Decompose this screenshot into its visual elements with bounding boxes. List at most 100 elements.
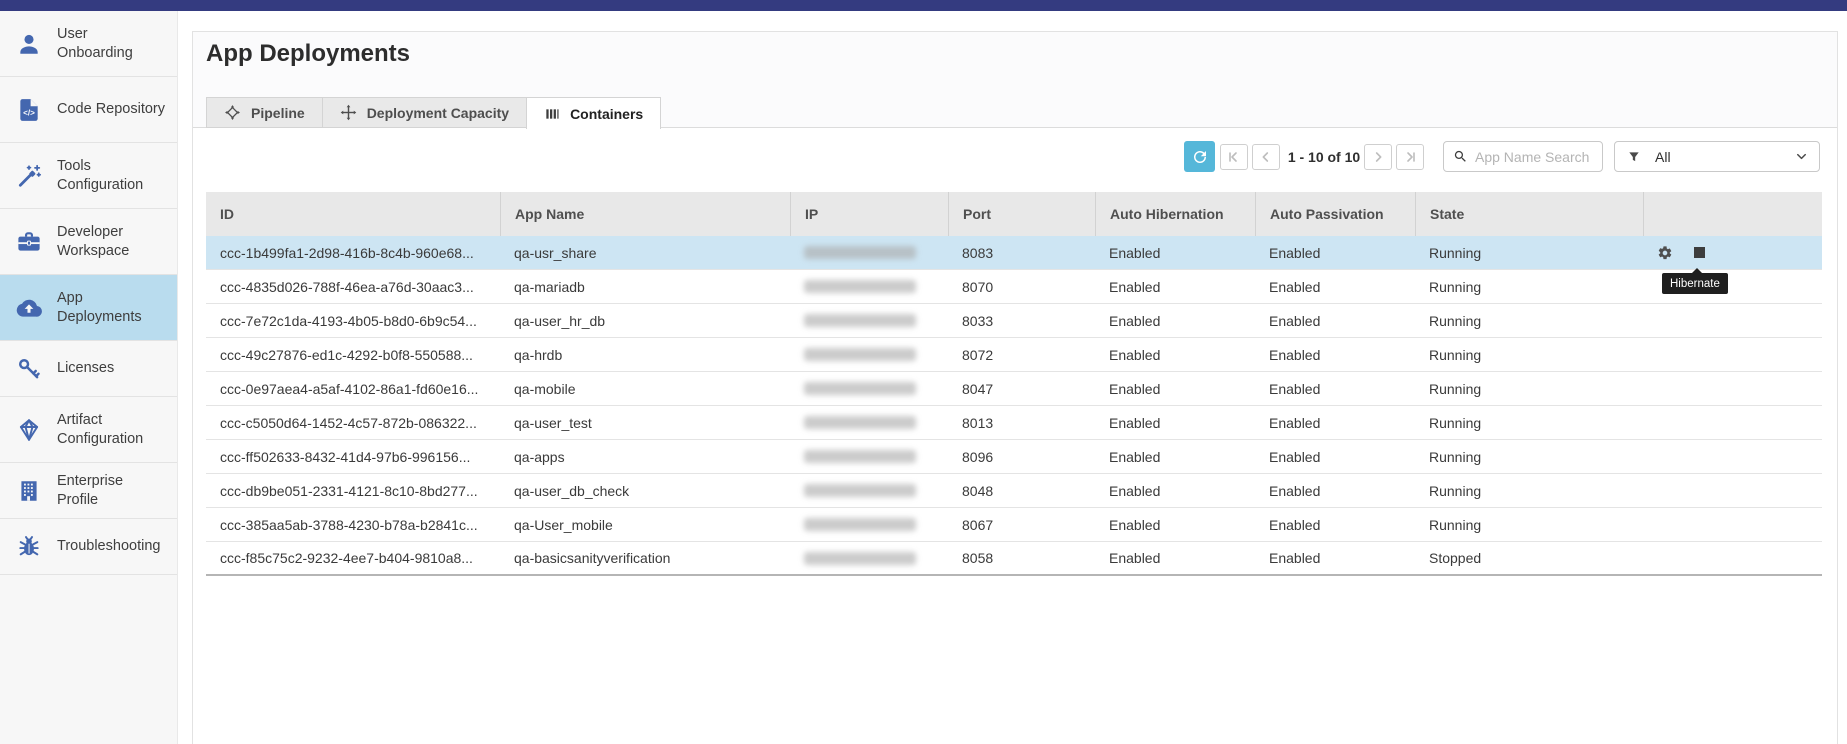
table-row[interactable]: ccc-385aa5ab-3788-4230-b78a-b2841c... qa… xyxy=(206,508,1822,542)
table-row[interactable]: ccc-ff502633-8432-41d4-97b6-996156... qa… xyxy=(206,440,1822,474)
cell-ip xyxy=(790,542,948,574)
column-header xyxy=(1643,192,1822,236)
cell-port: 8070 xyxy=(948,270,1095,303)
sidebar-item-code-repository[interactable]: </> Code Repository xyxy=(0,77,177,143)
cell-app-name: qa-usr_share xyxy=(500,236,790,269)
first-page-button[interactable] xyxy=(1220,144,1248,170)
chevron-right-icon xyxy=(1370,149,1386,165)
cell-id: ccc-db9be051-2331-4121-8c10-8bd277... xyxy=(206,474,500,507)
cell-app-name: qa-apps xyxy=(500,440,790,473)
tab-pipeline[interactable]: Pipeline xyxy=(206,97,323,128)
sidebar-item-app-deployments[interactable]: App Deployments xyxy=(0,275,177,341)
cell-auto-passivation: Enabled xyxy=(1255,474,1415,507)
sidebar: User Onboarding </> Code Repository Tool… xyxy=(0,11,178,744)
cell-app-name: qa-user_hr_db xyxy=(500,304,790,337)
magic-wand-icon xyxy=(16,163,42,189)
cell-auto-passivation: Enabled xyxy=(1255,236,1415,269)
cell-state: Running xyxy=(1415,508,1643,541)
sidebar-item-enterprise-profile[interactable]: Enterprise Profile xyxy=(0,463,177,519)
cell-state: Running xyxy=(1415,304,1643,337)
cell-port: 8096 xyxy=(948,440,1095,473)
cell-actions xyxy=(1643,474,1822,507)
svg-text:</>: </> xyxy=(23,108,35,117)
cell-actions xyxy=(1643,508,1822,541)
sidebar-item-tools-configuration[interactable]: Tools Configuration xyxy=(0,143,177,209)
sidebar-item-label: User Onboarding xyxy=(57,25,165,63)
cell-auto-hibernation: Enabled xyxy=(1095,270,1255,303)
cell-port: 8033 xyxy=(948,304,1095,337)
table-row[interactable]: ccc-7e72c1da-4193-4b05-b8d0-6b9c54... qa… xyxy=(206,304,1822,338)
pagination-count: 1 - 10 of 10 xyxy=(1283,149,1365,165)
search-icon xyxy=(1453,149,1468,164)
redacted-ip-value xyxy=(804,416,916,429)
last-page-button[interactable] xyxy=(1396,144,1424,170)
table-row[interactable]: ccc-0e97aea4-a5af-4102-86a1-fd60e16... q… xyxy=(206,372,1822,406)
redacted-ip-value xyxy=(804,382,916,395)
cell-ip xyxy=(790,270,948,303)
code-file-icon: </> xyxy=(16,97,42,123)
cell-state: Running xyxy=(1415,474,1643,507)
cell-actions xyxy=(1643,372,1822,405)
redacted-ip-value xyxy=(804,246,916,259)
cell-app-name: qa-User_mobile xyxy=(500,508,790,541)
sidebar-item-label: Artifact Configuration xyxy=(57,411,165,449)
cell-app-name: qa-mobile xyxy=(500,372,790,405)
redacted-ip-value xyxy=(804,348,916,361)
sidebar-item-user-onboarding[interactable]: User Onboarding xyxy=(0,11,177,77)
cell-auto-passivation: Enabled xyxy=(1255,508,1415,541)
cell-port: 8067 xyxy=(948,508,1095,541)
table-row[interactable]: ccc-1b499fa1-2d98-416b-8c4b-960e68... qa… xyxy=(206,236,1822,270)
cell-auto-hibernation: Enabled xyxy=(1095,372,1255,405)
hibernate-stop-icon[interactable] xyxy=(1694,247,1705,258)
sidebar-item-label: Code Repository xyxy=(57,100,165,119)
cell-ip xyxy=(790,474,948,507)
cell-ip xyxy=(790,406,948,439)
move-arrows-icon xyxy=(340,104,357,121)
sidebar-item-label: Troubleshooting xyxy=(57,537,165,556)
cell-auto-passivation: Enabled xyxy=(1255,542,1415,574)
table-row[interactable]: ccc-db9be051-2331-4121-8c10-8bd277... qa… xyxy=(206,474,1822,508)
last-page-icon xyxy=(1402,149,1418,165)
table-row[interactable]: ccc-49c27876-ed1c-4292-b0f8-550588... qa… xyxy=(206,338,1822,372)
cell-actions xyxy=(1643,338,1822,371)
table-row[interactable]: ccc-4835d026-788f-46ea-a76d-30aac3... qa… xyxy=(206,270,1822,304)
tab-deployment-capacity[interactable]: Deployment Capacity xyxy=(322,97,527,128)
cell-auto-passivation: Enabled xyxy=(1255,338,1415,371)
table-row[interactable]: ccc-f85c75c2-9232-4ee7-b404-9810a8... qa… xyxy=(206,542,1822,576)
cell-port: 8047 xyxy=(948,372,1095,405)
sidebar-item-label: Developer Workspace xyxy=(57,223,165,261)
cell-ip xyxy=(790,236,948,269)
refresh-icon xyxy=(1191,148,1209,166)
sidebar-item-label: App Deployments xyxy=(57,289,165,327)
filter-select[interactable]: All xyxy=(1614,141,1820,172)
sidebar-item-troubleshooting[interactable]: Troubleshooting xyxy=(0,519,177,575)
previous-page-button[interactable] xyxy=(1252,144,1280,170)
diamond-icon xyxy=(16,417,42,443)
redacted-ip-value xyxy=(804,314,916,327)
column-header: ID xyxy=(206,192,500,236)
cell-state: Running xyxy=(1415,270,1643,303)
cell-state: Stopped xyxy=(1415,542,1643,574)
settings-gear-icon[interactable] xyxy=(1657,245,1673,261)
cell-actions xyxy=(1643,542,1822,574)
search-input[interactable] xyxy=(1475,149,1590,165)
cloud-upload-icon xyxy=(16,295,42,321)
tab-containers[interactable]: Containers xyxy=(526,97,661,129)
first-page-icon xyxy=(1226,149,1242,165)
column-header: Port xyxy=(948,192,1095,236)
refresh-button[interactable] xyxy=(1184,141,1215,172)
sidebar-item-artifact-configuration[interactable]: Artifact Configuration xyxy=(0,397,177,463)
cell-id: ccc-c5050d64-1452-4c57-872b-086322... xyxy=(206,406,500,439)
sidebar-item-licenses[interactable]: Licenses xyxy=(0,341,177,397)
page-title: App Deployments xyxy=(206,40,410,68)
sidebar-item-developer-workspace[interactable]: Developer Workspace xyxy=(0,209,177,275)
column-header: State xyxy=(1415,192,1643,236)
cell-app-name: qa-mariadb xyxy=(500,270,790,303)
cell-port: 8058 xyxy=(948,542,1095,574)
next-page-button[interactable] xyxy=(1364,144,1392,170)
cell-actions xyxy=(1643,406,1822,439)
tab-bar: Pipeline Deployment Capacity Containers xyxy=(206,97,660,129)
filter-selected-value: All xyxy=(1655,149,1780,165)
table-row[interactable]: ccc-c5050d64-1452-4c57-872b-086322... qa… xyxy=(206,406,1822,440)
cell-id: ccc-f85c75c2-9232-4ee7-b404-9810a8... xyxy=(206,542,500,574)
